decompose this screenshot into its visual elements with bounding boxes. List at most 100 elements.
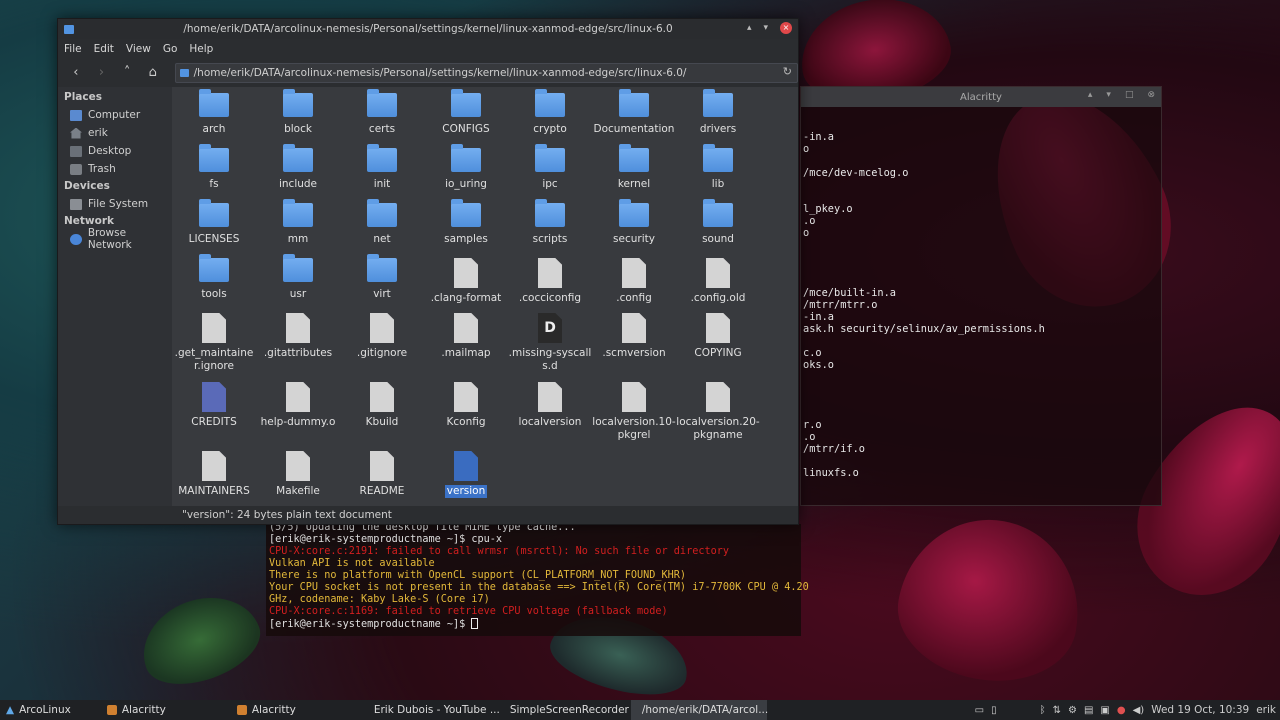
taskbar-menu-arcolinux[interactable]: ▲ ArcoLinux [0, 700, 77, 720]
microphone-icon[interactable]: ● [1117, 705, 1126, 716]
file-manager-window[interactable]: /home/erik/DATA/arcolinux-nemesis/Person… [57, 18, 799, 525]
close-icon[interactable]: × [780, 22, 792, 34]
screenshot-icon[interactable]: ▣ [1100, 705, 1109, 716]
taskbar-file-manager[interactable]: /home/erik/DATA/arcol... [630, 700, 768, 720]
folder-item[interactable]: tools [172, 254, 256, 301]
folder-item[interactable]: block [256, 89, 340, 136]
file-item[interactable]: .mailmap [424, 313, 508, 360]
file-grid[interactable]: arch block certs CONFIGS crypto Documentation… [172, 87, 798, 506]
close-icon[interactable]: ⊗ [1147, 90, 1155, 100]
keep-above-icon[interactable]: ▴ [1088, 90, 1093, 100]
location-path[interactable]: /home/erik/DATA/arcolinux-nemesis/Person… [194, 67, 687, 79]
file-item[interactable]: .get_maintainer.ignore [172, 313, 256, 373]
folder-item[interactable]: LICENSES [172, 199, 256, 246]
alacritty-background-window[interactable]: Alacritty ▴ ▾ □ ⊗ -in.a o /mce/dev-mcelo… [800, 86, 1162, 506]
minimize-icon[interactable]: ▾ [763, 23, 768, 33]
minimize-icon[interactable]: ▾ [1106, 90, 1111, 100]
folder-item[interactable]: arch [172, 89, 256, 136]
folder-item[interactable]: include [256, 144, 340, 191]
location-bar[interactable]: /home/erik/DATA/arcolinux-nemesis/Person… [174, 63, 798, 83]
volume-icon[interactable]: ◀) [1133, 705, 1145, 716]
file-item[interactable]: README [340, 451, 424, 498]
taskbar-alacritty-1[interactable]: Alacritty [101, 700, 231, 720]
folder-item[interactable]: crypto [508, 89, 592, 136]
folder-item[interactable]: io_uring [424, 144, 508, 191]
sidebar-item-trash[interactable]: Trash [58, 160, 172, 178]
folder-item[interactable]: scripts [508, 199, 592, 246]
folder-item[interactable]: ipc [508, 144, 592, 191]
folder-item[interactable]: mm [256, 199, 340, 246]
file-item[interactable]: .clang-format [424, 258, 508, 305]
reload-icon[interactable]: ↻ [783, 65, 792, 78]
file-item[interactable]: .cocciconfig [508, 258, 592, 305]
folder-item[interactable]: kernel [592, 144, 676, 191]
taskbar-screenrecorder[interactable]: SimpleScreenRecorder [499, 700, 631, 720]
item-label: CONFIGS [442, 123, 490, 135]
folder-item[interactable]: security [592, 199, 676, 246]
file-item[interactable]: .config [592, 258, 676, 305]
keep-above-icon[interactable]: ▴ [747, 23, 752, 33]
sidebar-item-desktop[interactable]: Desktop [58, 142, 172, 160]
clipboard-icon[interactable]: ▤ [1084, 705, 1093, 716]
sidebar-item-home[interactable]: erik [58, 124, 172, 142]
menu-help[interactable]: Help [189, 43, 213, 55]
workspace-icon[interactable]: ▯ [991, 705, 997, 716]
folder-item[interactable]: virt [340, 254, 424, 301]
taskbar-browser[interactable]: Erik Dubois - YouTube ... [363, 700, 500, 720]
file-item[interactable]: .gitignore [340, 313, 424, 360]
settings-gear-icon[interactable]: ⚙ [1068, 705, 1077, 716]
folder-item[interactable]: net [340, 199, 424, 246]
folder-item[interactable]: usr [256, 254, 340, 301]
file-item[interactable]: Kconfig [424, 382, 508, 429]
file-item[interactable]: localversion.10-pkgrel [592, 382, 676, 442]
file-item[interactable]: .scmversion [592, 313, 676, 360]
folder-icon [535, 199, 565, 227]
menu-file[interactable]: File [64, 43, 82, 55]
sidebar-item-browse-network[interactable]: Browse Network [58, 227, 172, 251]
folder-item[interactable]: CONFIGS [424, 89, 508, 136]
forward-icon[interactable]: › [92, 63, 112, 83]
folder-item[interactable]: sound [676, 199, 760, 246]
folder-item[interactable]: lib [676, 144, 760, 191]
username[interactable]: erik [1256, 704, 1276, 716]
file-item[interactable]: help-dummy.o [256, 382, 340, 429]
file-item[interactable]: Kbuild [340, 382, 424, 429]
folder-item[interactable]: fs [172, 144, 256, 191]
file-item[interactable]: localversion.20-pkgname [676, 382, 760, 442]
terminal-window[interactable]: (5/5) Updating the desktop file MIME typ… [266, 522, 809, 636]
folder-item[interactable]: Documentation [592, 89, 676, 136]
menu-edit[interactable]: Edit [94, 43, 114, 55]
file-item[interactable]: MAINTAINERS [172, 451, 256, 498]
file-item[interactable]: D .missing-syscalls.d [508, 313, 592, 373]
maximize-icon[interactable]: □ [1125, 90, 1134, 100]
fm-titlebar[interactable]: /home/erik/DATA/arcolinux-nemesis/Person… [58, 19, 798, 39]
file-item[interactable]: COPYING [676, 313, 760, 360]
sidebar-item-computer[interactable]: Computer [58, 106, 172, 124]
file-item[interactable]: version [424, 451, 508, 498]
terminal-cursor[interactable] [471, 618, 479, 629]
folder-item[interactable]: samples [424, 199, 508, 246]
file-item[interactable]: CREDITS [172, 382, 256, 429]
file-item[interactable]: .gitattributes [256, 313, 340, 360]
alacritty-titlebar[interactable]: Alacritty ▴ ▾ □ ⊗ [801, 87, 1161, 107]
sidebar-item-filesystem[interactable]: File System [58, 195, 172, 213]
file-item[interactable]: .config.old [676, 258, 760, 305]
network-tray-icon[interactable]: ⇅ [1053, 705, 1061, 716]
folder-item[interactable]: drivers [676, 89, 760, 136]
folder-item[interactable]: certs [340, 89, 424, 136]
document-icon [286, 313, 310, 343]
menu-go[interactable]: Go [163, 43, 178, 55]
up-icon[interactable]: ˄ [117, 63, 137, 83]
file-item[interactable]: localversion [508, 382, 592, 429]
home-icon[interactable]: ⌂ [143, 63, 163, 83]
file-item[interactable]: Makefile [256, 451, 340, 498]
clock[interactable]: Wed 19 Oct, 10:39 [1151, 704, 1249, 716]
display-icon[interactable]: ▭ [975, 705, 984, 716]
document-icon [454, 313, 478, 343]
bluetooth-icon[interactable]: ᛒ [1040, 705, 1046, 716]
item-label: samples [444, 233, 488, 245]
folder-item[interactable]: init [340, 144, 424, 191]
back-icon[interactable]: ‹ [66, 63, 86, 83]
taskbar-alacritty-2[interactable]: Alacritty [231, 700, 363, 720]
menu-view[interactable]: View [126, 43, 151, 55]
